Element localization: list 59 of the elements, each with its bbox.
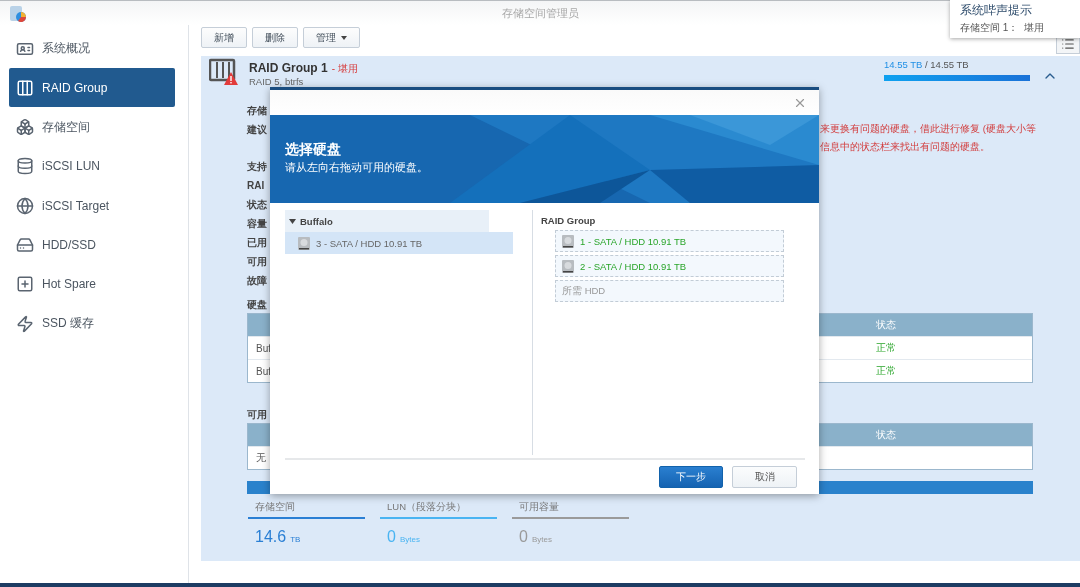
database-icon [16,157,34,176]
warning-text: 信息中的状态栏来找出有问题的硬盘。 [820,140,991,154]
stat-value: 0 [387,528,396,546]
sidebar-item[interactable]: 存储空间 [9,107,175,147]
sidebar-item[interactable]: iSCSI LUN [9,146,175,186]
disk-group-header[interactable]: Buffalo [285,210,489,232]
toolbar-button[interactable]: 管理 [303,27,360,48]
sidebar-item[interactable]: SSD 缓存 [9,304,175,344]
stat-label: LUN（段落分块） [386,501,467,514]
detail-label: 容量 [247,217,268,231]
toolbar-button[interactable]: 新增 [201,27,247,48]
detail-label: 已用 [247,236,268,250]
warning-text: 来更换有问题的硬盘，借此进行修复 (硬盘大小等 [820,122,1037,136]
toolbar-button[interactable]: 删除 [252,27,298,48]
disk-item[interactable]: 3 - SATA / HDD 10.91 TB [285,232,513,254]
window-title: 存储空间管理员 [501,5,579,21]
capacity-text: 14.55 TB / 14.55 TB [884,59,970,70]
group-status: - 堪用 [331,63,358,74]
section-title: 硬盘 [247,298,268,312]
detail-label: 可用 [247,255,268,269]
stat-unit: Bytes [399,535,420,544]
group-name: RAID Group 1 [249,61,328,75]
stat-label: 可用容量 [518,501,560,514]
stat-value: 0 [519,528,528,546]
notification-message: 存储空间 1： 堪用 [960,21,1045,35]
detail-label: 建议 [247,123,268,137]
dialog-subtitle: 请从左向右拖动可用的硬盘。 [285,161,429,175]
notification-title: 系统哔声提示 [960,2,1033,19]
detail-label: 存储 [247,104,268,118]
columns-icon [16,78,34,97]
stat-unit: Bytes [531,535,552,544]
sidebar-item[interactable]: iSCSI Target [9,186,175,226]
sidebar-item[interactable]: RAID Group [9,68,175,108]
globe-icon [16,196,34,215]
caret-icon [341,35,347,40]
detail-label: RAI [247,179,266,193]
detail-label: 支持 [247,160,268,174]
detail-label: 状态 [247,198,268,212]
cancel-button[interactable]: 取消 [732,466,797,488]
sidebar-item[interactable]: HDD/SSD [9,225,175,265]
sidebar-item[interactable]: 系统概况 [9,29,175,68]
lightning-icon [16,314,34,333]
sidebar-item[interactable]: Hot Spare [9,264,175,304]
stat-unit: TB [290,535,301,544]
stat-value: 14.6 [255,528,287,546]
boxes-icon [16,118,34,137]
next-button[interactable]: 下一步 [659,466,723,488]
group-type: RAID 5, btrfs [249,76,305,87]
caret-down-icon [289,218,296,224]
dialog-title: 选择硬盘 [285,141,342,159]
hard-drive-icon [16,236,34,254]
plus-square-icon [16,275,34,294]
stat-label: 存储空间 [254,501,296,514]
app-logo-icon [8,4,28,24]
detail-label: 故障 [247,274,268,288]
list-icon [1061,36,1075,51]
raid-warning-icon [209,58,239,86]
target-title: RAID Group [541,215,597,228]
section-title: 可用 [247,408,268,422]
